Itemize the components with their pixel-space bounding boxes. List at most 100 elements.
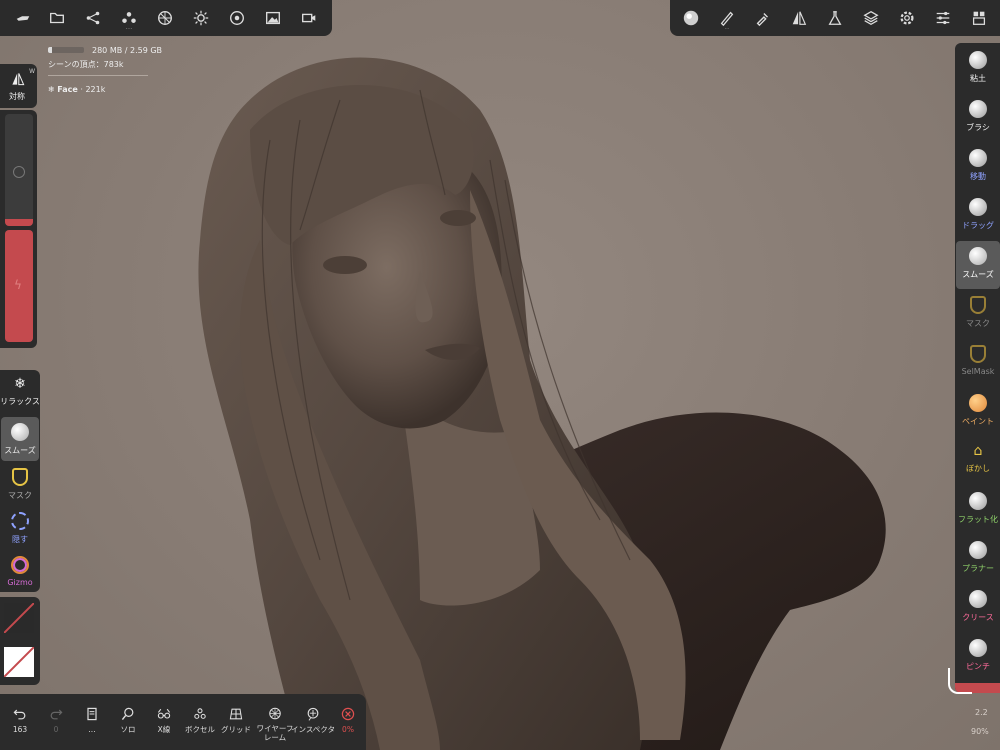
zoom-label: 90%: [971, 727, 989, 736]
move-icon: [969, 149, 987, 167]
sliders-icon[interactable]: [926, 3, 960, 33]
object-count: · 221k: [80, 85, 106, 94]
symmetry-badge: W: [29, 68, 35, 75]
memory-text: 280 MB / 2.59 GB: [92, 46, 163, 55]
vertex-count: シーンの頂点：783k: [48, 60, 124, 69]
brush-icon: [969, 100, 987, 118]
image-icon[interactable]: [256, 3, 290, 33]
settings-icon[interactable]: [890, 3, 924, 33]
flask-icon[interactable]: [818, 3, 852, 33]
top-right-toolbar: ··: [670, 0, 1000, 36]
right-tool-clay[interactable]: 粘土: [956, 45, 1000, 93]
wireframe-button[interactable]: ワイヤーフ レーム: [255, 698, 295, 742]
material-icon[interactable]: [220, 3, 254, 33]
sculpt-layer-button[interactable]: ...: [74, 698, 110, 742]
undo-button[interactable]: 163: [2, 698, 38, 742]
voxel-icon: [194, 708, 206, 719]
smooth-icon: [11, 423, 29, 441]
left-tool-mask[interactable]: マスク: [0, 462, 40, 506]
symmetry-label: 対称: [9, 92, 25, 101]
left-tool-relax[interactable]: ❄ リラックス: [0, 370, 40, 414]
color-swatch-panel: [0, 597, 40, 685]
left-tool-gizmo[interactable]: Gizmo: [0, 550, 40, 594]
object-icon: ❄: [48, 85, 55, 94]
left-slider-panel: ϟ: [0, 110, 37, 348]
symmetry-icon[interactable]: [782, 3, 816, 33]
progress-button[interactable]: 0%: [330, 698, 366, 742]
redo-button[interactable]: 0: [38, 698, 74, 742]
picker-icon[interactable]: [746, 3, 780, 33]
right-tool-selmask[interactable]: SelMask: [956, 339, 1000, 387]
color-swatch-secondary[interactable]: [4, 647, 34, 677]
inspector-icon: [307, 707, 319, 721]
xray-button[interactable]: X線: [146, 698, 182, 742]
top-left-toolbar: ···: [0, 0, 332, 36]
sculpt-layer-icon: [87, 707, 97, 721]
stats-divider: [48, 75, 148, 76]
radius-slider[interactable]: [5, 114, 33, 226]
solo-button[interactable]: ソロ: [110, 698, 146, 742]
scene-graph-icon[interactable]: [76, 3, 110, 33]
selmask-icon: [970, 345, 986, 363]
folder-icon[interactable]: [40, 3, 74, 33]
relax-icon: ❄: [14, 376, 26, 392]
symmetry-icon: [12, 73, 25, 86]
gizmo-icon: [11, 556, 29, 574]
left-symmetry-panel[interactable]: W 対称: [0, 64, 37, 108]
radius-slider-fill: [5, 219, 33, 226]
blur-icon: ⌂: [973, 443, 983, 459]
topology-icon[interactable]: [148, 3, 182, 33]
video-icon[interactable]: [292, 3, 326, 33]
hide-icon: [11, 512, 29, 530]
crease-icon: [969, 590, 987, 608]
drag-icon: [969, 198, 987, 216]
right-tool-flatten[interactable]: フラット化: [956, 486, 1000, 534]
brush-sphere-icon[interactable]: [674, 3, 708, 33]
lightning-icon: ϟ: [14, 278, 22, 292]
3d-viewport[interactable]: [0, 0, 1000, 750]
right-tool-move[interactable]: 移動: [956, 143, 1000, 191]
radius-icon: [13, 166, 25, 178]
sculpt-model: [198, 57, 886, 750]
version-label: 2.2: [975, 708, 988, 717]
quick-tool-handle[interactable]: [948, 668, 972, 694]
voxel-button[interactable]: ボクセル: [182, 698, 218, 742]
right-tool-drag[interactable]: ドラッグ: [956, 192, 1000, 240]
layers-icon[interactable]: [854, 3, 888, 33]
smooth-icon: [969, 247, 987, 265]
redo-icon: [50, 709, 63, 720]
left-tool-panel: ❄ リラックス スムーズ マスク 隠す Gizmo: [0, 370, 40, 592]
memory-bar-fill: [48, 47, 52, 53]
inspector-button[interactable]: インスペクタ: [291, 698, 335, 742]
memory-bar: [48, 47, 84, 53]
grid-icon: [229, 708, 243, 720]
primitive-icon[interactable]: ···: [112, 3, 146, 33]
mask-icon: [970, 296, 986, 314]
wireframe-icon: [269, 707, 281, 720]
color-swatch-primary[interactable]: [4, 603, 34, 633]
undo-icon: [13, 709, 26, 720]
right-tool-paint[interactable]: ペイント: [956, 388, 1000, 436]
close-circle-icon: [341, 707, 355, 721]
right-tool-planar[interactable]: プラナー: [956, 535, 1000, 583]
right-tool-smooth[interactable]: スムーズ: [956, 241, 1000, 289]
flatten-icon: [969, 492, 987, 510]
left-tool-hide[interactable]: 隠す: [0, 506, 40, 550]
mask-icon: [12, 468, 28, 486]
right-tool-brush[interactable]: ブラシ: [956, 94, 1000, 142]
left-tool-smooth[interactable]: スムーズ: [1, 417, 39, 461]
right-tool-mask[interactable]: マスク: [956, 290, 1000, 338]
planar-icon: [969, 541, 987, 559]
clay-icon: [969, 51, 987, 69]
light-icon[interactable]: [184, 3, 218, 33]
menu-icon[interactable]: [6, 3, 40, 33]
solo-icon: [121, 707, 134, 721]
stroke-icon[interactable]: ··: [710, 3, 744, 33]
right-tool-crease[interactable]: クリース: [956, 584, 1000, 632]
grid-button[interactable]: グリッド: [218, 698, 254, 742]
tools-grid-icon[interactable]: [962, 3, 996, 33]
intensity-slider[interactable]: ϟ: [5, 230, 33, 342]
pinch-icon: [969, 639, 987, 657]
object-row[interactable]: ❄ Face · 221k: [48, 85, 105, 94]
right-tool-blur[interactable]: ⌂ ぼかし: [956, 437, 1000, 485]
